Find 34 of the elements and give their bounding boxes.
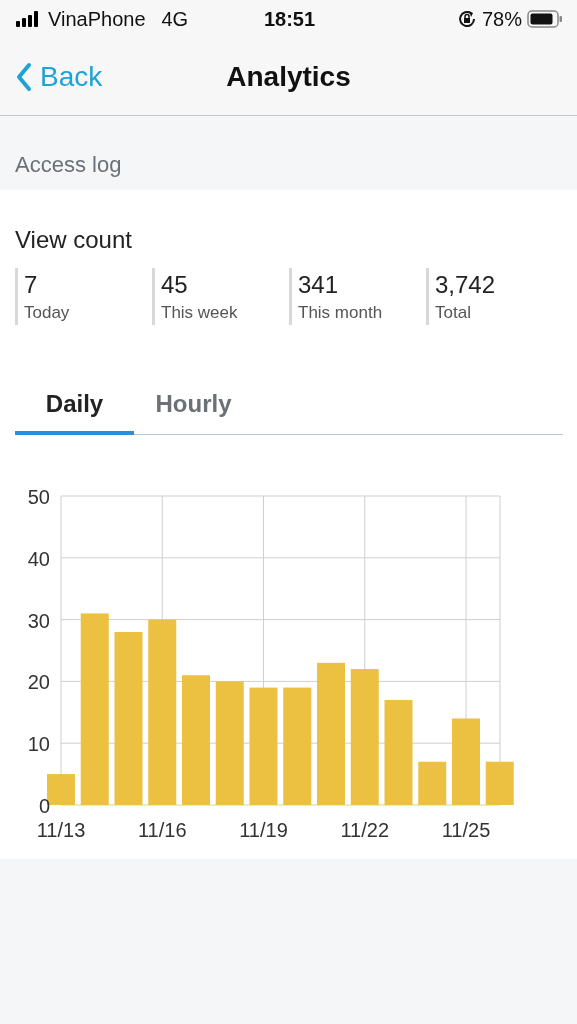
tab[interactable]: Hourly bbox=[134, 377, 253, 435]
back-button[interactable]: Back bbox=[16, 60, 103, 93]
stat-value: 341 bbox=[298, 270, 340, 299]
axis-tick-label: 40 bbox=[27, 547, 50, 570]
axis-tick-label: 11/22 bbox=[340, 819, 390, 841]
axis-tick-label: 10 bbox=[27, 733, 50, 756]
axis-tick-label: 50 bbox=[27, 486, 50, 508]
battery-percent: 78% bbox=[481, 7, 522, 31]
stat-value: 3,742 bbox=[435, 270, 497, 299]
stat-label: Total bbox=[435, 302, 472, 323]
axis-tick-label: 30 bbox=[27, 609, 50, 632]
tab[interactable]: Daily bbox=[15, 377, 134, 435]
chevron-left-icon bbox=[16, 61, 32, 92]
card-title: View count bbox=[14, 225, 133, 254]
stat-value: 45 bbox=[161, 270, 189, 299]
axis-tick-label: 11/16 bbox=[137, 819, 187, 841]
stat-label: Today bbox=[24, 302, 71, 323]
axis-tick-label: 0 bbox=[38, 795, 50, 817]
stat-label: This month bbox=[298, 302, 384, 323]
page-title: Analytics bbox=[226, 60, 351, 92]
rotation-lock-icon bbox=[456, 9, 477, 29]
axis-tick-label: 11/13 bbox=[36, 819, 86, 841]
section-title: Access log bbox=[15, 152, 122, 178]
carrier-name: VinaPhone bbox=[48, 7, 146, 31]
battery-icon bbox=[527, 10, 563, 28]
stat-value: 7 bbox=[24, 270, 39, 299]
bar bbox=[418, 761, 447, 805]
axis-tick-label: 20 bbox=[27, 671, 50, 694]
stat-label: This week bbox=[161, 302, 239, 323]
axis-tick-label: 11/25 bbox=[441, 819, 491, 841]
network-type: 4G bbox=[161, 7, 189, 31]
clock-time: 18:51 bbox=[263, 7, 316, 31]
bar bbox=[485, 761, 514, 805]
axis-tick-label: 11/19 bbox=[239, 819, 288, 841]
